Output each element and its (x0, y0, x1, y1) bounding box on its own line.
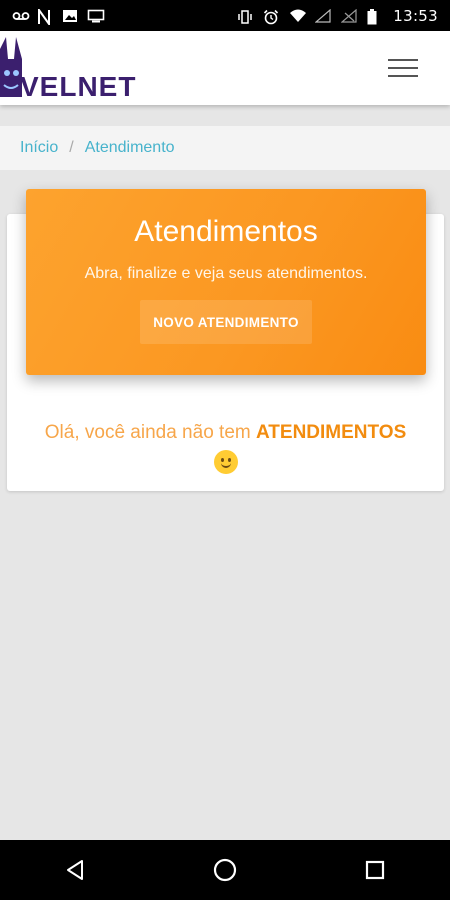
wifi-icon (289, 9, 307, 23)
novo-atendimento-button[interactable]: NOVO ATENDIMENTO (140, 300, 312, 344)
hero-title: Atendimentos (134, 215, 318, 248)
hero-subtitle: Abra, finalize e veja seus atendimentos. (84, 265, 368, 282)
atendimentos-hero-panel: Atendimentos Abra, finalize e veja seus … (26, 189, 426, 375)
home-icon[interactable] (205, 850, 245, 890)
app-header: VELNET (0, 31, 450, 105)
status-time: 13:53 (393, 6, 438, 25)
empty-state-prefix: Olá, você ainda não tem (44, 422, 256, 443)
breadcrumb-home-link[interactable]: Início (20, 139, 58, 157)
empty-state-highlight: ATENDIMENTOS (256, 422, 407, 443)
velnet-logo[interactable]: VELNET (0, 31, 160, 105)
alarm-icon (263, 9, 279, 24)
smiley-emoji-icon (213, 450, 238, 474)
vibrate-icon (237, 9, 253, 24)
breadcrumb-current[interactable]: Atendimento (85, 139, 175, 157)
empty-state-message: Olá, você ainda não tem ATENDIMENTOS (7, 420, 444, 482)
breadcrumb: Início / Atendimento (0, 126, 450, 170)
n-notification-icon (37, 6, 53, 27)
android-nav-bar (0, 840, 450, 900)
logo-text: VELNET (20, 71, 137, 102)
battery-icon (367, 8, 383, 24)
signal-icon (314, 8, 331, 23)
back-icon[interactable] (55, 850, 95, 890)
cast-icon (87, 9, 105, 23)
status-bar: 13:53 (0, 0, 450, 31)
image-icon (62, 9, 78, 23)
recents-icon[interactable] (355, 850, 395, 890)
voicemail-icon (12, 9, 30, 23)
hamburger-menu-icon[interactable] (388, 57, 420, 79)
breadcrumb-separator: / (69, 139, 74, 156)
no-signal-icon (340, 8, 357, 23)
